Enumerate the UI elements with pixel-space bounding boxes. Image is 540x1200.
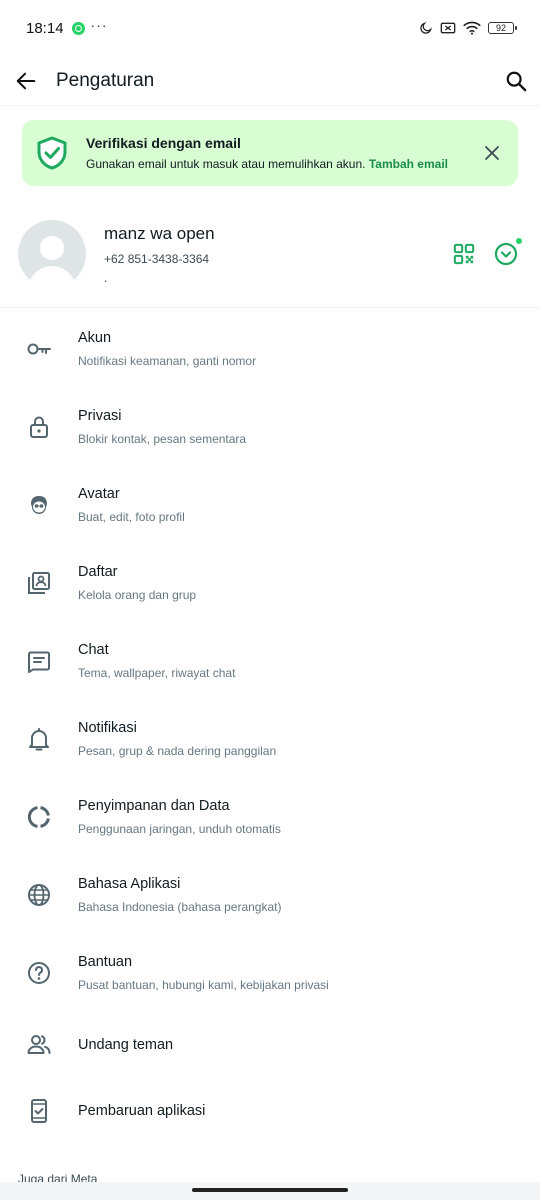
help-icon <box>26 960 52 986</box>
bell-icon <box>26 726 52 752</box>
profile-phone: +62 851-3438-3364 <box>104 251 210 266</box>
setting-text: Avatar Buat, edit, foto profil <box>78 486 185 524</box>
setting-text: Undang teman <box>78 1037 173 1053</box>
page-title: Pengaturan <box>56 69 155 91</box>
setting-subtitle: Notifikasi keamanan, ganti nomor <box>78 354 257 368</box>
avatar-face-icon <box>26 492 52 518</box>
profile-name: manz wa open <box>104 223 215 243</box>
setting-text: Notifikasi Pesan, grup & nada dering pan… <box>78 720 276 758</box>
avatar-head <box>40 235 64 260</box>
setting-text: Penyimpanan dan Data Penggunaan jaringan… <box>78 798 281 836</box>
status-chevron-icon[interactable] <box>494 237 522 266</box>
setting-title: Pembaruan aplikasi <box>78 1103 206 1119</box>
setting-item-undang-teman[interactable]: Undang teman <box>0 1012 540 1078</box>
profile-actions <box>452 237 522 266</box>
status-update-dot <box>516 237 522 244</box>
screen-record-icon <box>440 22 456 34</box>
status-time: 18:14 <box>26 19 64 37</box>
setting-item-notifikasi[interactable]: Notifikasi Pesan, grup & nada dering pan… <box>0 700 540 778</box>
close-icon[interactable] <box>480 141 504 165</box>
lock-icon <box>26 414 52 440</box>
profile-about: . <box>104 270 108 285</box>
moon-icon <box>420 22 432 34</box>
setting-subtitle: Pesan, grup & nada dering panggilan <box>78 744 277 758</box>
setting-title: Penyimpanan dan Data <box>78 798 230 814</box>
banner-text: Verifikasi dengan email Gunakan email un… <box>86 135 472 171</box>
profile-info: manz wa open +62 851-3438-3364 . <box>104 224 452 284</box>
setting-title: Akun <box>78 330 112 346</box>
qr-code-icon[interactable] <box>452 242 476 266</box>
setting-title: Daftar <box>78 564 118 580</box>
home-indicator[interactable] <box>192 1188 348 1192</box>
setting-subtitle: Blokir kontak, pesan sementara <box>78 432 247 446</box>
chat-icon <box>26 648 52 674</box>
setting-subtitle: Buat, edit, foto profil <box>78 510 185 524</box>
globe-icon <box>26 882 52 908</box>
setting-item-bantuan[interactable]: Bantuan Pusat bantuan, hubungi kami, keb… <box>0 934 540 1012</box>
setting-item-pembaruan-aplikasi[interactable]: Pembaruan aplikasi <box>0 1078 540 1144</box>
whatsapp-notification-icon <box>71 21 85 35</box>
setting-item-chat[interactable]: Chat Tema, wallpaper, riwayat chat <box>0 622 540 700</box>
setting-subtitle: Tema, wallpaper, riwayat chat <box>78 666 236 680</box>
settings-list: Akun Notifikasi keamanan, ganti nomor Pr… <box>0 310 540 1144</box>
add-email-link[interactable]: Tambah email <box>369 157 448 171</box>
banner-description-text: Gunakan email untuk masuk atau memulihka… <box>86 157 366 171</box>
setting-text: Privasi Blokir kontak, pesan sementara <box>78 408 246 446</box>
shield-check-icon <box>37 136 67 170</box>
setting-item-akun[interactable]: Akun Notifikasi keamanan, ganti nomor <box>0 310 540 388</box>
search-icon[interactable] <box>504 69 528 93</box>
setting-title: Undang teman <box>78 1037 174 1053</box>
profile-row[interactable]: manz wa open +62 851-3438-3364 . <box>0 200 540 308</box>
back-arrow-icon[interactable] <box>14 69 38 93</box>
setting-subtitle: Bahasa Indonesia (bahasa perangkat) <box>78 900 282 914</box>
avatar-body <box>28 265 76 288</box>
setting-title: Bahasa Aplikasi <box>78 876 181 892</box>
setting-title: Bantuan <box>78 954 133 970</box>
setting-text: Pembaruan aplikasi <box>78 1103 205 1119</box>
status-icons: 92 <box>419 21 517 35</box>
setting-item-privasi[interactable]: Privasi Blokir kontak, pesan sementara <box>0 388 540 466</box>
more-notifications-icon: ··· <box>90 17 108 33</box>
battery-icon: 92 <box>488 22 517 34</box>
setting-item-avatar[interactable]: Avatar Buat, edit, foto profil <box>0 466 540 544</box>
setting-title: Chat <box>78 642 109 658</box>
storage-icon <box>26 804 52 830</box>
setting-subtitle: Kelola orang dan grup <box>78 588 197 602</box>
setting-title: Notifikasi <box>78 720 137 736</box>
wifi-icon <box>463 21 481 35</box>
setting-text: Bantuan Pusat bantuan, hubungi kami, keb… <box>78 954 329 992</box>
app-bar: Pengaturan <box>0 56 540 106</box>
key-icon <box>26 336 52 362</box>
setting-title: Avatar <box>78 486 120 502</box>
contact-list-icon <box>26 570 52 596</box>
setting-subtitle: Penggunaan jaringan, unduh otomatis <box>78 822 281 836</box>
setting-text: Chat Tema, wallpaper, riwayat chat <box>78 642 235 680</box>
setting-subtitle: Pusat bantuan, hubungi kami, kebijakan p… <box>78 978 329 992</box>
setting-title: Privasi <box>78 408 122 424</box>
setting-text: Akun Notifikasi keamanan, ganti nomor <box>78 330 256 368</box>
setting-text: Daftar Kelola orang dan grup <box>78 564 196 602</box>
banner-title: Verifikasi dengan email <box>86 135 241 151</box>
banner-description: Gunakan email untuk masuk atau memulihka… <box>86 157 472 171</box>
status-bar: 18:14 ··· 92 <box>0 0 540 56</box>
setting-item-penyimpanan[interactable]: Penyimpanan dan Data Penggunaan jaringan… <box>0 778 540 856</box>
setting-text: Bahasa Aplikasi Bahasa Indonesia (bahasa… <box>78 876 281 914</box>
app-update-icon <box>26 1098 52 1124</box>
setting-item-bahasa[interactable]: Bahasa Aplikasi Bahasa Indonesia (bahasa… <box>0 856 540 934</box>
settings-screen: 18:14 ··· 92 Pengaturan Verifikasi denga… <box>0 0 540 1200</box>
setting-item-daftar[interactable]: Daftar Kelola orang dan grup <box>0 544 540 622</box>
email-verification-banner[interactable]: Verifikasi dengan email Gunakan email un… <box>22 120 518 186</box>
invite-people-icon <box>26 1032 52 1058</box>
avatar[interactable] <box>18 219 86 288</box>
